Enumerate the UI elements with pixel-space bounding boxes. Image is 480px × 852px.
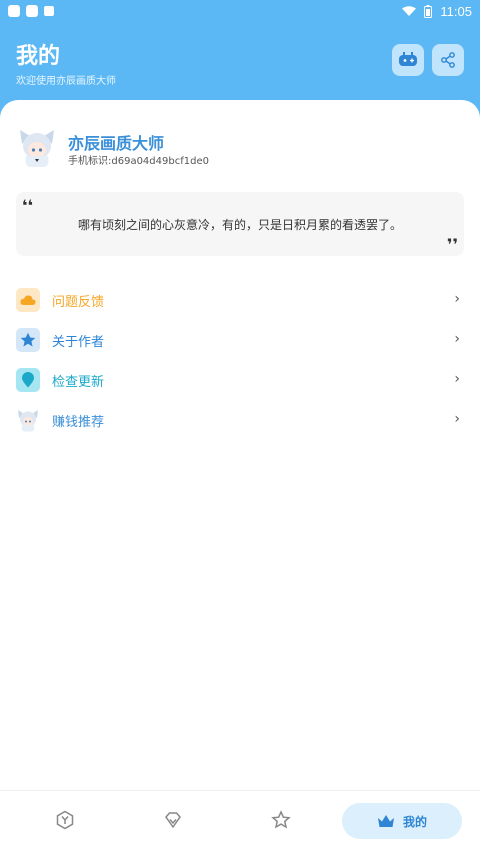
menu-item-label: 问题反馈 xyxy=(52,294,105,310)
notification-icon xyxy=(44,6,54,16)
menu-item-earn-money[interactable]: 赚钱推荐 › xyxy=(16,400,464,440)
main-content: 亦辰画质大师 手机标识:d69a04d49bcf1de0 ❛❛ 哪有顷刻之间的心… xyxy=(0,100,480,790)
game-button[interactable] xyxy=(392,44,424,76)
quote-open-mark: ❛❛ xyxy=(22,196,34,215)
nav-tab-home[interactable] xyxy=(50,805,80,835)
chevron-right-icon: › xyxy=(454,291,460,307)
menu-item-about[interactable]: 关于作者 › xyxy=(16,320,464,360)
page-title: 我的 xyxy=(16,44,61,69)
avatar[interactable] xyxy=(16,126,58,168)
menu-item-label: 关于作者 xyxy=(52,334,105,350)
star-outline-icon xyxy=(271,810,291,829)
menu-item-label: 检查更新 xyxy=(52,374,105,390)
nav-tab-favorites[interactable] xyxy=(266,805,296,835)
status-bar: 11:05 xyxy=(0,0,480,22)
bottom-nav: 我的 xyxy=(0,790,480,852)
menu-item-check-update[interactable]: 检查更新 › xyxy=(16,360,464,400)
star-icon xyxy=(16,328,40,352)
page-subtitle: 欢迎使用亦辰画质大师 xyxy=(16,76,116,87)
notification-icon xyxy=(26,5,38,17)
chevron-right-icon: › xyxy=(454,371,460,387)
menu-item-feedback[interactable]: 问题反馈 › xyxy=(16,280,464,320)
status-time: 11:05 xyxy=(440,3,472,19)
menu-item-label: 赚钱推荐 xyxy=(52,414,105,430)
wifi-icon xyxy=(402,5,417,16)
nav-tab-mine[interactable]: 我的 xyxy=(342,803,462,839)
notification-icon xyxy=(8,5,20,17)
anime-avatar-icon xyxy=(20,130,54,167)
device-id: 手机标识:d69a04d49bcf1de0 xyxy=(68,156,209,167)
diamond-icon xyxy=(165,812,181,829)
chevron-right-icon: › xyxy=(454,411,460,427)
chevron-right-icon: › xyxy=(454,331,460,347)
user-name: 亦辰画质大师 xyxy=(68,134,165,153)
share-button[interactable] xyxy=(432,44,464,76)
anime-avatar-icon xyxy=(16,408,40,432)
nav-tab-diamond[interactable] xyxy=(158,805,188,835)
status-notifications xyxy=(8,5,54,17)
hexagon-y-icon xyxy=(56,810,74,830)
quote-close-mark: ❜❜ xyxy=(446,235,458,254)
battery-icon xyxy=(424,4,433,18)
page-header: 我的 欢迎使用亦辰画质大师 xyxy=(0,22,480,112)
quote-text: 哪有顷刻之间的心灰意冷，有的，只是日积月累的看透罢了。 xyxy=(77,218,402,232)
cloud-icon xyxy=(16,288,40,312)
nav-tab-label: 我的 xyxy=(402,814,427,829)
pin-icon xyxy=(16,368,40,392)
status-system: 11:05 xyxy=(402,4,472,19)
quote-card: ❛❛ 哪有顷刻之间的心灰意冷，有的，只是日积月累的看透罢了。 ❜❜ xyxy=(16,192,464,256)
crown-icon xyxy=(377,814,394,827)
gamepad-icon xyxy=(399,52,417,66)
settings-menu: 问题反馈 › 关于作者 › 检查更新 › 赚钱推荐 › xyxy=(16,280,464,440)
share-icon xyxy=(441,52,455,68)
